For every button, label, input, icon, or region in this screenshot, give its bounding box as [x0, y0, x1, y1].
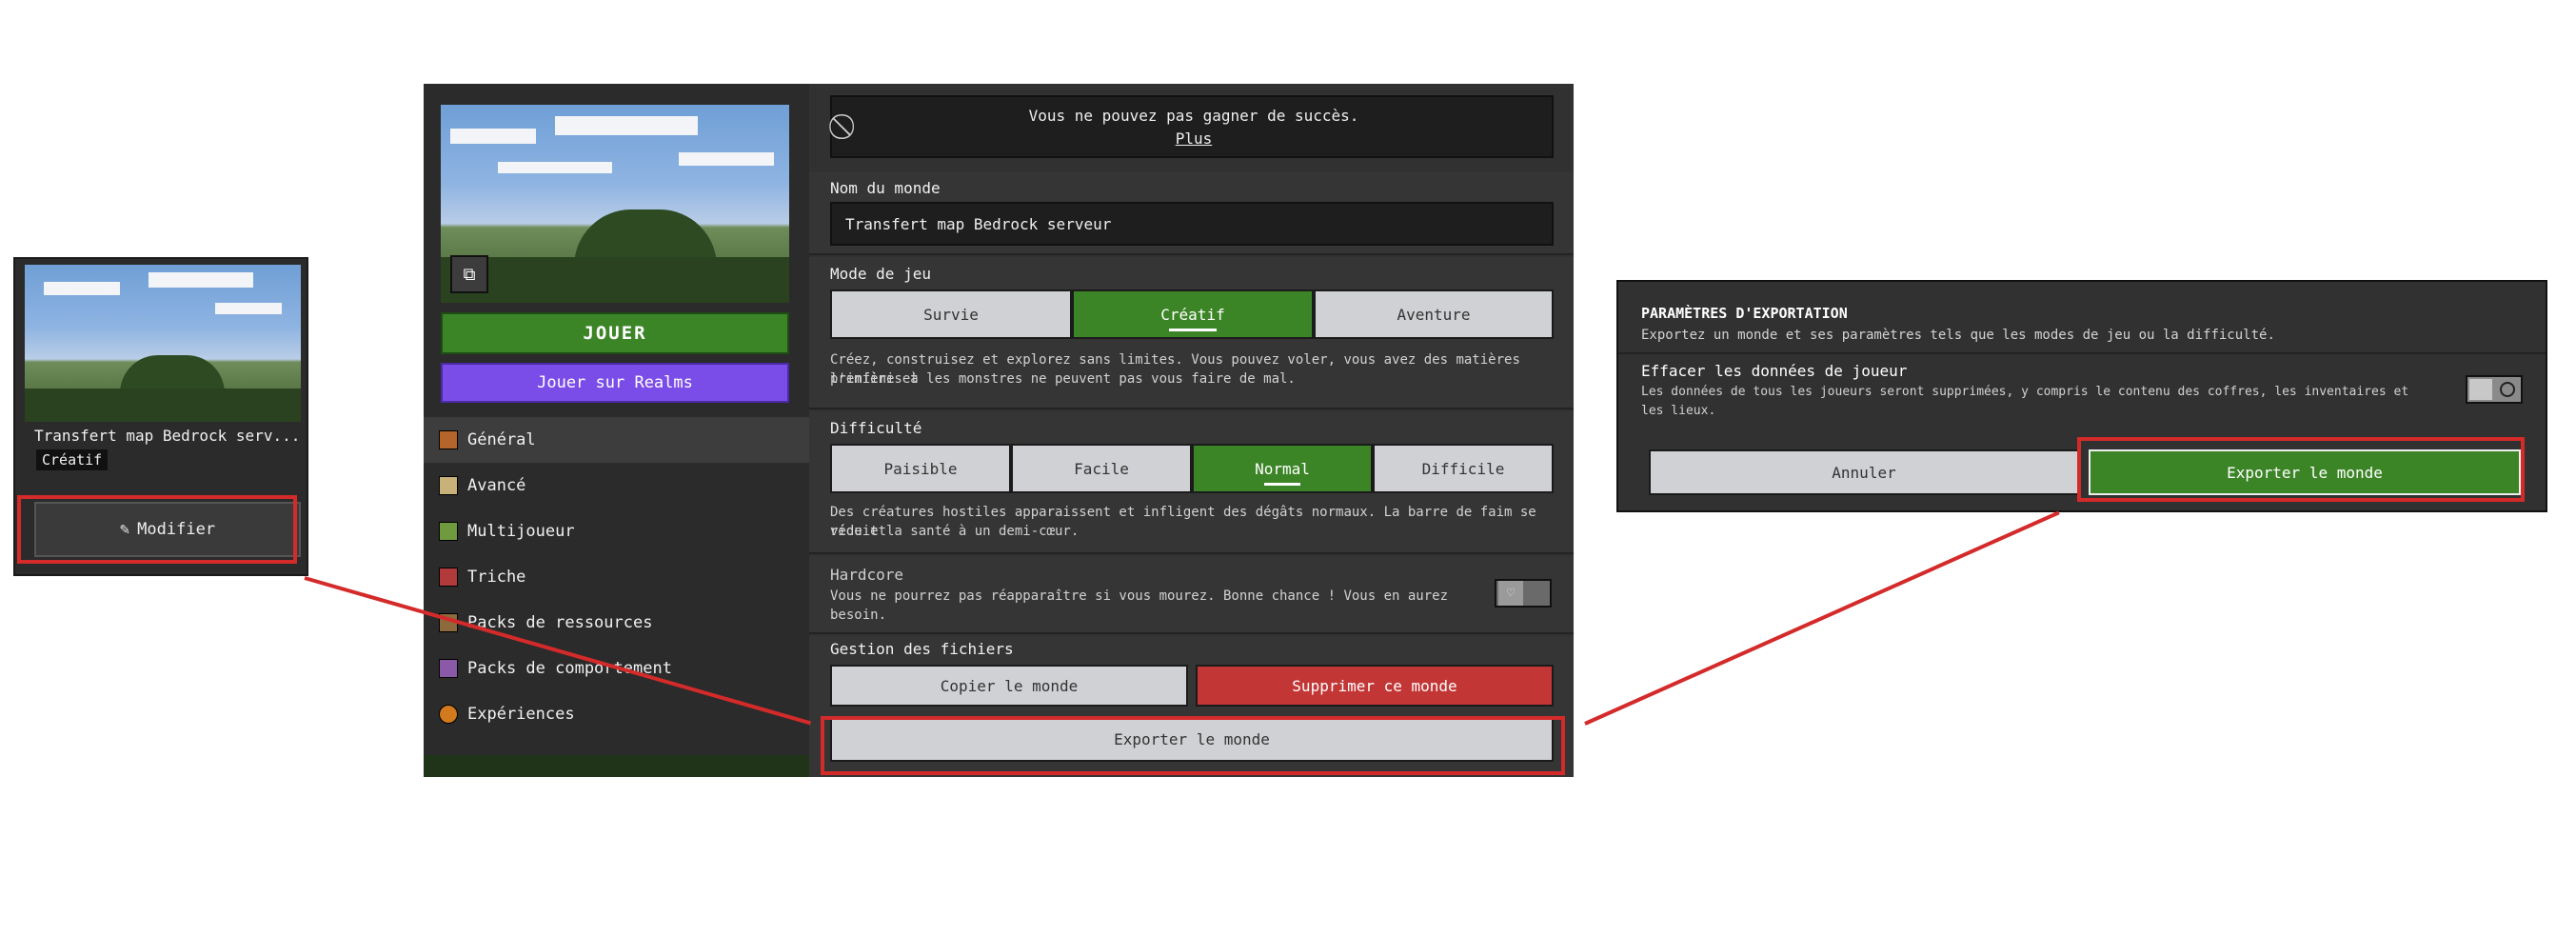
delete-world-button[interactable]: Supprimer ce monde	[1196, 665, 1554, 707]
clear-player-data-description-2: les lieux.	[1641, 404, 1716, 418]
cheats-icon	[439, 568, 458, 587]
advanced-icon	[439, 476, 458, 495]
copy-world-button[interactable]: Copier le monde	[830, 665, 1188, 707]
edit-preview-icon[interactable]: ⧉	[450, 255, 488, 293]
behavior-packs-icon	[439, 659, 458, 678]
dialog-title: PARAMÈTRES D'EXPORTATION	[1641, 305, 1848, 322]
world-title: Transfert map Bedrock serv...	[34, 427, 301, 445]
heart-icon: ♡	[1498, 581, 1523, 606]
sidebar-item-label: Multijoueur	[467, 522, 575, 541]
difficulty-label: Difficulté	[830, 419, 922, 437]
play-on-realms-button[interactable]: Jouer sur Realms	[441, 363, 789, 403]
sidebar-item-label: Général	[467, 430, 536, 449]
sidebar-item-label: Triche	[467, 568, 526, 587]
settings-content: ⃠ Vous ne pouvez pas gagner de succès. P…	[809, 84, 1574, 777]
multiplayer-icon	[439, 522, 458, 541]
difficulty-hard[interactable]: Difficile	[1373, 444, 1554, 493]
achievements-banner: ⃠ Vous ne pouvez pas gagner de succès. P…	[830, 95, 1554, 158]
sidebar-item-cheats[interactable]: Triche	[424, 554, 809, 600]
world-preview	[441, 105, 789, 303]
game-mode-adventure[interactable]: Aventure	[1314, 289, 1554, 339]
hardcore-label: Hardcore	[830, 566, 904, 584]
game-mode-creative[interactable]: Créatif	[1072, 289, 1314, 339]
sidebar-item-label: Avancé	[467, 476, 526, 495]
sidebar-item-advanced[interactable]: Avancé	[424, 463, 809, 508]
toggle-knob	[2469, 379, 2492, 400]
clear-player-data-description: Les données de tous les joueurs seront s…	[1641, 385, 2409, 399]
hardcore-section: Hardcore Vous ne pourrez pas réapparaîtr…	[809, 556, 1574, 634]
highlight-edit-button	[17, 495, 297, 564]
cancel-button[interactable]: Annuler	[1649, 449, 2079, 495]
world-settings-panel: ⧉ JOUER Jouer sur Realms Général Avancé …	[424, 84, 1574, 777]
clear-player-data-label: Effacer les données de joueur	[1641, 362, 1908, 380]
sidebar-item-experiments[interactable]: Expériences	[424, 691, 809, 737]
world-thumbnail	[25, 265, 301, 422]
clear-player-data-toggle[interactable]	[2466, 375, 2523, 404]
sidebar-item-label: Packs de ressources	[467, 613, 653, 632]
settings-sidebar: ⧉ JOUER Jouer sur Realms Général Avancé …	[424, 84, 809, 777]
difficulty-description-2: réduit la santé à un demi-cœur.	[830, 524, 1080, 539]
difficulty-easy[interactable]: Facile	[1011, 444, 1192, 493]
highlight-export-button	[821, 716, 1565, 775]
world-name-section: Nom du monde Transfert map Bedrock serve…	[809, 171, 1574, 255]
game-mode-section: Mode de jeu Survie Créatif Aventure Crée…	[809, 257, 1574, 409]
sidebar-item-resource-packs[interactable]: Packs de ressources	[424, 600, 809, 646]
highlight-confirm-export	[2077, 437, 2525, 502]
game-mode-badge: Créatif	[36, 449, 109, 470]
banner-more-link[interactable]: Plus	[832, 130, 1556, 148]
difficulty-peaceful[interactable]: Paisible	[830, 444, 1011, 493]
world-name-input[interactable]: Transfert map Bedrock serveur	[830, 202, 1554, 246]
sidebar-footer	[424, 755, 809, 777]
game-mode-survival[interactable]: Survie	[830, 289, 1072, 339]
general-icon	[439, 430, 458, 449]
hardcore-description-2: besoin.	[830, 608, 887, 623]
game-mode-description-2: l'infini et les monstres ne peuvent pas …	[830, 371, 1296, 387]
play-button[interactable]: JOUER	[441, 312, 789, 354]
dialog-subtitle: Exportez un monde et ses paramètres tels…	[1641, 328, 2275, 343]
banner-text: Vous ne pouvez pas gagner de succès.	[1028, 107, 1359, 125]
divider	[1618, 352, 2546, 354]
sidebar-item-label: Expériences	[467, 705, 575, 724]
sidebar-item-multiplayer[interactable]: Multijoueur	[424, 508, 809, 554]
game-mode-label: Mode de jeu	[830, 265, 931, 283]
file-management-label: Gestion des fichiers	[830, 640, 1014, 658]
difficulty-section: Difficulté Paisible Facile Normal Diffic…	[809, 411, 1574, 554]
toggle-off-icon	[2500, 382, 2515, 397]
hardcore-description: Vous ne pourrez pas réapparaître si vous…	[830, 588, 1449, 604]
difficulty-normal[interactable]: Normal	[1192, 444, 1373, 493]
connector-line-right	[1584, 510, 2060, 726]
experiments-icon	[439, 705, 458, 724]
world-name-label: Nom du monde	[830, 179, 941, 197]
sidebar-item-general[interactable]: Général	[424, 417, 809, 463]
hardcore-toggle[interactable]: ♡	[1495, 579, 1552, 608]
